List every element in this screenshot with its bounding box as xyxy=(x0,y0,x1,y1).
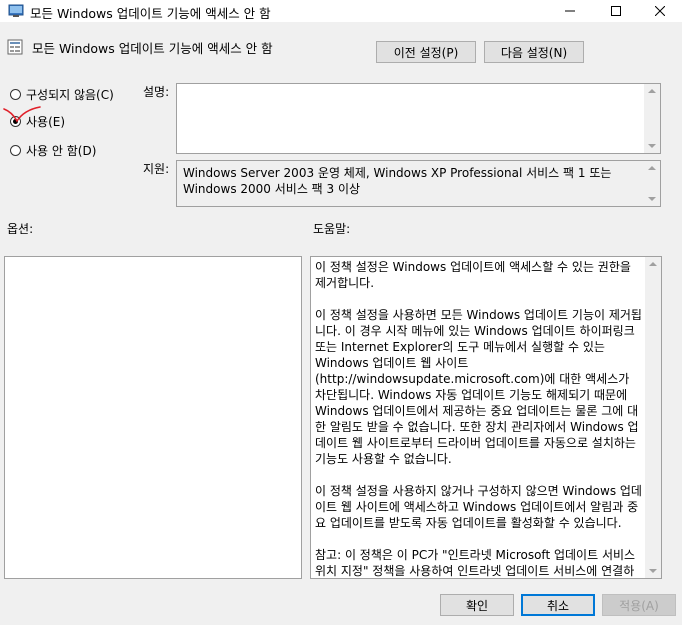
maximize-icon xyxy=(611,6,621,16)
title-bar: 모든 Windows 업데이트 기능에 액세스 안 함 xyxy=(0,0,682,22)
window-title: 모든 Windows 업데이트 기능에 액세스 안 함 xyxy=(30,6,271,21)
help-scrollbar[interactable] xyxy=(645,257,661,578)
apply-button[interactable]: 적용(A) xyxy=(602,594,676,616)
previous-setting-button[interactable]: 이전 설정(P) xyxy=(376,41,476,63)
policy-title: 모든 Windows 업데이트 기능에 액세스 안 함 xyxy=(32,41,273,56)
cancel-button[interactable]: 취소 xyxy=(521,594,595,616)
minimize-icon xyxy=(565,10,575,12)
radio-label: 사용 안 함(D) xyxy=(26,143,97,158)
help-paragraph: 이 정책 설정을 사용하지 않거나 구성하지 않으면 Windows 업데이트 … xyxy=(315,484,642,530)
help-paragraph: 참고: 이 정책은 이 PC가 "인트라넷 Microsoft 업데이트 서비스… xyxy=(315,548,636,578)
policy-settings-icon xyxy=(8,3,24,19)
scroll-down-icon xyxy=(648,144,656,148)
ok-button[interactable]: 확인 xyxy=(440,594,514,616)
comment-scrollbar[interactable] xyxy=(644,84,660,153)
radio-label: 구성되지 않음(C) xyxy=(26,87,114,102)
close-icon xyxy=(655,6,665,16)
comment-label: 설명: xyxy=(143,85,170,99)
scroll-up-icon xyxy=(648,166,656,170)
close-button[interactable] xyxy=(638,0,682,22)
policy-setting-icon xyxy=(7,39,23,55)
minimize-button[interactable] xyxy=(548,0,592,22)
supported-scrollbar[interactable] xyxy=(644,161,660,206)
radio-disabled[interactable]: 사용 안 함(D) xyxy=(10,142,96,158)
options-label: 옵션: xyxy=(7,222,34,236)
next-setting-button[interactable]: 다음 설정(N) xyxy=(484,41,584,63)
scroll-down-icon xyxy=(648,197,656,201)
maximize-button[interactable] xyxy=(594,0,638,22)
help-text: 이 정책 설정은 Windows 업데이트에 액세스할 수 있는 권한을 제거합… xyxy=(315,259,643,578)
scroll-up-icon xyxy=(649,262,657,266)
help-pane: 이 정책 설정은 Windows 업데이트에 액세스할 수 있는 권한을 제거합… xyxy=(310,256,662,579)
radio-indicator xyxy=(10,88,21,100)
help-paragraph: 이 정책 설정은 Windows 업데이트에 액세스할 수 있는 권한을 제거합… xyxy=(315,260,631,290)
supported-on-text: Windows Server 2003 운영 체제, Windows XP Pr… xyxy=(183,166,612,196)
scroll-up-icon xyxy=(648,89,656,93)
options-pane xyxy=(4,256,302,579)
supported-on-field: Windows Server 2003 운영 체제, Windows XP Pr… xyxy=(176,160,661,207)
help-paragraph: 이 정책 설정을 사용하면 모든 Windows 업데이트 기능이 제거됩니다.… xyxy=(315,308,642,466)
scroll-down-icon xyxy=(649,569,657,573)
check-mark-annotation xyxy=(3,106,41,123)
supported-label: 지원: xyxy=(143,162,170,176)
help-label: 도움말: xyxy=(313,222,351,236)
comment-textarea[interactable] xyxy=(176,83,661,154)
radio-indicator xyxy=(10,144,21,156)
radio-not-configured[interactable]: 구성되지 않음(C) xyxy=(10,86,114,102)
